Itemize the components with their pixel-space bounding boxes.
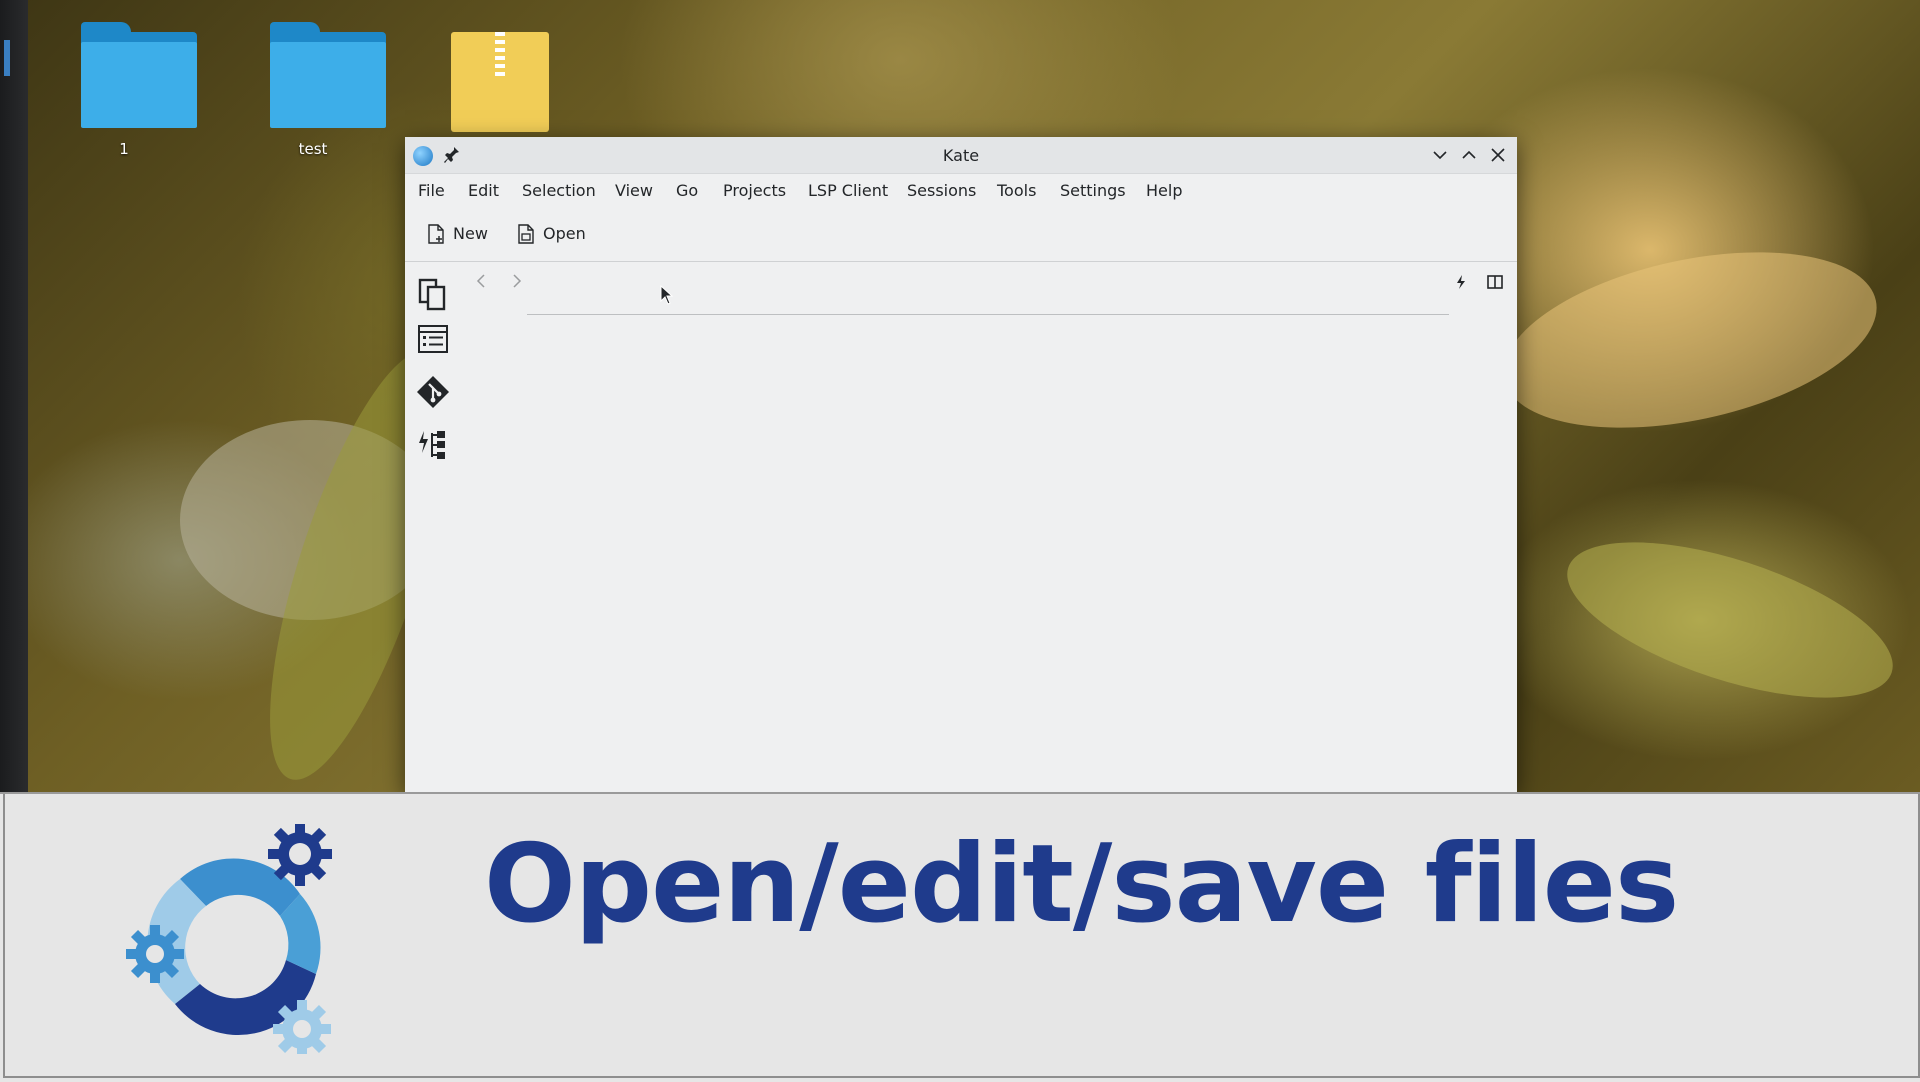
menu-edit[interactable]: Edit	[468, 181, 499, 200]
panel-indicator	[4, 40, 10, 76]
new-button[interactable]: New	[425, 221, 505, 247]
wallpaper-leaf	[1549, 510, 1911, 730]
close-icon[interactable]	[1487, 144, 1509, 166]
open-document-icon	[518, 224, 534, 244]
new-document-icon	[428, 224, 444, 244]
desktop-icon-label: test	[298, 140, 328, 158]
menu-go[interactable]: Go	[676, 181, 698, 200]
kde-gear-logo-icon	[126, 824, 332, 1054]
quick-open-icon[interactable]	[1451, 272, 1471, 292]
folder-icon	[270, 22, 386, 130]
left-sidebar	[405, 262, 461, 792]
main-toolbar: New Open	[405, 207, 1517, 262]
split-view-icon[interactable]	[1485, 272, 1505, 292]
menu-projects[interactable]: Projects	[723, 181, 786, 200]
outline-list-icon[interactable]	[415, 321, 451, 357]
zipper-icon	[495, 32, 505, 78]
new-label: New	[453, 224, 488, 243]
menu-sessions[interactable]: Sessions	[907, 181, 976, 200]
menu-tools[interactable]: Tools	[997, 181, 1036, 200]
menu-settings[interactable]: Settings	[1060, 181, 1126, 200]
title-bar[interactable]: Kate	[405, 137, 1517, 174]
menu-help[interactable]: Help	[1146, 181, 1182, 200]
editor-area[interactable]	[461, 302, 1517, 792]
git-icon[interactable]	[415, 374, 451, 410]
desktop-wallpaper: 1 test Kate File Edit Selection View Go …	[0, 0, 1920, 792]
wallpaper-leaf	[1487, 222, 1893, 458]
documents-icon[interactable]	[415, 276, 451, 312]
window-title: Kate	[942, 146, 980, 165]
tab-navigation-row	[461, 262, 1517, 302]
menu-view[interactable]: View	[615, 181, 653, 200]
desktop-folder-1[interactable]: 1	[54, 22, 197, 172]
menu-file[interactable]: File	[418, 181, 445, 200]
menu-lsp-client[interactable]: LSP Client	[808, 181, 888, 200]
open-button[interactable]: Open	[515, 221, 605, 247]
folder-icon	[81, 22, 197, 130]
open-label: Open	[543, 224, 586, 243]
back-icon[interactable]	[473, 272, 491, 290]
minimize-icon[interactable]	[1429, 144, 1451, 166]
forward-icon[interactable]	[507, 272, 525, 290]
kate-window: Kate File Edit Selection View Go Project…	[405, 137, 1517, 792]
menu-selection[interactable]: Selection	[522, 181, 596, 200]
desktop-folder-test[interactable]: test	[243, 22, 386, 172]
banner-title: Open/edit/save files	[484, 822, 1679, 947]
symbols-tree-icon[interactable]	[415, 427, 451, 463]
desktop-icon-label: 1	[119, 140, 129, 158]
menu-bar: File Edit Selection View Go Projects LSP…	[405, 173, 1517, 207]
maximize-icon[interactable]	[1458, 144, 1480, 166]
left-panel-strip	[0, 0, 28, 792]
archive-icon	[451, 32, 549, 132]
title-banner: Open/edit/save files	[0, 792, 1920, 1082]
